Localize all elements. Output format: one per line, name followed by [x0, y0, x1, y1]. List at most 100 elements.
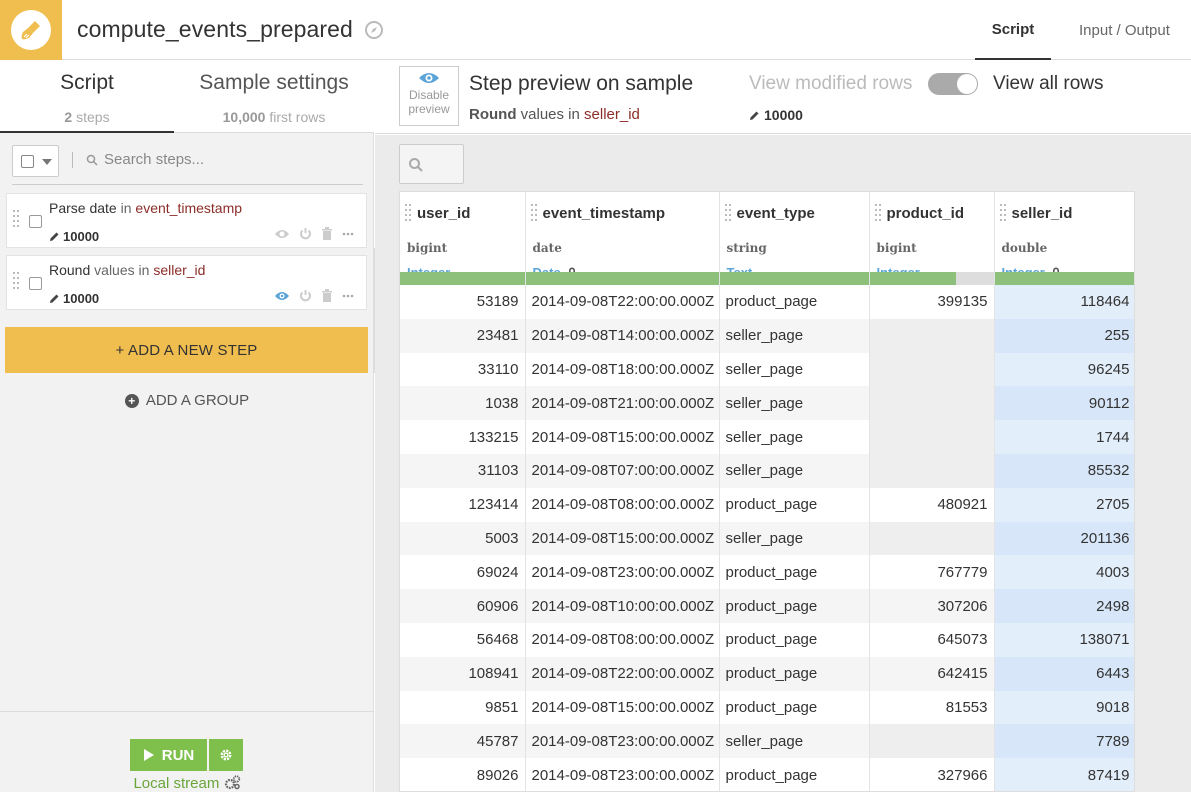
- cell-product-id[interactable]: 645073: [869, 622, 995, 657]
- cell-event-type[interactable]: seller_page: [719, 318, 870, 353]
- column-header-product-id[interactable]: product_idbigintInteger: [869, 192, 995, 285]
- cell-user-id[interactable]: 133215: [400, 420, 526, 454]
- cell-seller-id[interactable]: 138071: [994, 622, 1134, 657]
- cell-event-timestamp[interactable]: 2014-09-08T23:00:00.000Z: [525, 555, 720, 590]
- cell-product-id[interactable]: 642415: [869, 656, 995, 691]
- cell-seller-id[interactable]: 201136: [994, 521, 1134, 556]
- cell-event-timestamp[interactable]: 2014-09-08T23:00:00.000Z: [525, 758, 720, 791]
- cell-product-id[interactable]: 307206: [869, 589, 995, 623]
- cell-event-timestamp[interactable]: 2014-09-08T21:00:00.000Z: [525, 386, 720, 421]
- disable-preview-button[interactable]: Disable preview: [399, 66, 459, 126]
- cell-product-id[interactable]: 399135: [869, 285, 995, 319]
- cell-user-id[interactable]: 1038: [400, 386, 526, 421]
- cell-user-id[interactable]: 5003: [400, 521, 526, 556]
- column-storage-type[interactable]: bigint: [877, 241, 917, 255]
- cell-event-timestamp[interactable]: 2014-09-08T18:00:00.000Z: [525, 352, 720, 387]
- cell-product-id[interactable]: [869, 318, 995, 353]
- cell-event-type[interactable]: seller_page: [719, 724, 870, 759]
- tab-input-output[interactable]: Input / Output: [1079, 0, 1170, 60]
- cell-event-type[interactable]: seller_page: [719, 352, 870, 387]
- prepare-recipe-icon[interactable]: [0, 0, 62, 60]
- cell-user-id[interactable]: 60906: [400, 589, 526, 623]
- column-header-event-timestamp[interactable]: event_timestampdateDate: [525, 192, 720, 285]
- drag-handle-icon[interactable]: [874, 204, 882, 224]
- cell-seller-id[interactable]: 1744: [994, 420, 1134, 454]
- cell-event-type[interactable]: product_page: [719, 656, 870, 691]
- cell-event-timestamp[interactable]: 2014-09-08T08:00:00.000Z: [525, 622, 720, 657]
- drag-handle-icon[interactable]: [724, 204, 732, 224]
- run-button[interactable]: RUN: [130, 739, 207, 771]
- column-storage-type[interactable]: string: [727, 241, 767, 255]
- step-item[interactable]: Round values in seller_id 10000: [6, 255, 367, 310]
- cell-user-id[interactable]: 9851: [400, 690, 526, 725]
- drag-handle-icon[interactable]: [13, 272, 20, 292]
- validity-bar[interactable]: [400, 272, 525, 285]
- cell-product-id[interactable]: 81553: [869, 690, 995, 725]
- cell-product-id[interactable]: [869, 453, 995, 488]
- cell-seller-id[interactable]: 118464: [994, 285, 1134, 319]
- cell-product-id[interactable]: 767779: [869, 555, 995, 590]
- cell-user-id[interactable]: 69024: [400, 555, 526, 590]
- cell-event-timestamp[interactable]: 2014-09-08T23:00:00.000Z: [525, 724, 720, 759]
- cell-event-type[interactable]: seller_page: [719, 386, 870, 421]
- drag-handle-icon[interactable]: [13, 210, 20, 230]
- more-icon[interactable]: [342, 232, 354, 236]
- column-storage-type[interactable]: date: [533, 241, 562, 255]
- cell-event-type[interactable]: seller_page: [719, 420, 870, 454]
- cell-event-type[interactable]: product_page: [719, 589, 870, 623]
- view-all-rows-label[interactable]: View all rows: [993, 73, 1104, 95]
- trash-icon[interactable]: [321, 227, 333, 240]
- validity-bar[interactable]: [869, 272, 994, 285]
- cell-product-id[interactable]: 327966: [869, 758, 995, 791]
- cell-event-type[interactable]: product_page: [719, 555, 870, 590]
- cell-seller-id[interactable]: 2498: [994, 589, 1134, 623]
- view-modified-rows-label[interactable]: View modified rows: [749, 73, 912, 95]
- tab-script-steps[interactable]: Script 2 steps: [0, 60, 174, 133]
- cell-user-id[interactable]: 33110: [400, 352, 526, 387]
- cell-product-id[interactable]: [869, 420, 995, 454]
- validity-bar[interactable]: [525, 272, 719, 285]
- drag-handle-icon[interactable]: [999, 204, 1007, 224]
- cell-event-type[interactable]: product_page: [719, 487, 870, 522]
- cell-event-type[interactable]: product_page: [719, 758, 870, 791]
- cell-event-timestamp[interactable]: 2014-09-08T15:00:00.000Z: [525, 690, 720, 725]
- cell-seller-id[interactable]: 85532: [994, 453, 1134, 488]
- cell-event-type[interactable]: product_page: [719, 285, 870, 319]
- cell-event-timestamp[interactable]: 2014-09-08T22:00:00.000Z: [525, 285, 720, 319]
- cell-seller-id[interactable]: 96245: [994, 352, 1134, 387]
- tab-script[interactable]: Script: [975, 0, 1051, 60]
- select-all-checkbox[interactable]: [21, 155, 34, 168]
- cell-user-id[interactable]: 31103: [400, 453, 526, 488]
- cell-user-id[interactable]: 123414: [400, 487, 526, 522]
- compass-icon[interactable]: [364, 20, 384, 40]
- cell-seller-id[interactable]: 90112: [994, 386, 1134, 421]
- cell-seller-id[interactable]: 87419: [994, 758, 1134, 791]
- cell-user-id[interactable]: 45787: [400, 724, 526, 759]
- table-search-button[interactable]: [399, 144, 464, 184]
- eye-icon[interactable]: [274, 228, 290, 240]
- cell-seller-id[interactable]: 6443: [994, 656, 1134, 691]
- column-storage-type[interactable]: bigint: [407, 241, 447, 255]
- cell-user-id[interactable]: 89026: [400, 758, 526, 791]
- cell-product-id[interactable]: [869, 521, 995, 556]
- cell-product-id[interactable]: [869, 724, 995, 759]
- cell-event-timestamp[interactable]: 2014-09-08T15:00:00.000Z: [525, 420, 720, 454]
- cell-user-id[interactable]: 108941: [400, 656, 526, 691]
- engine-selector[interactable]: Local stream: [0, 775, 374, 792]
- cell-event-timestamp[interactable]: 2014-09-08T10:00:00.000Z: [525, 589, 720, 623]
- rows-view-toggle[interactable]: [928, 73, 978, 95]
- power-icon[interactable]: [299, 227, 312, 240]
- column-header-seller-id[interactable]: seller_iddoubleInteger: [994, 192, 1134, 285]
- cell-user-id[interactable]: 23481: [400, 318, 526, 353]
- run-settings-button[interactable]: [209, 739, 243, 771]
- step-checkbox[interactable]: [29, 215, 42, 228]
- drag-handle-icon[interactable]: [530, 204, 538, 224]
- search-steps-input[interactable]: Search steps...: [86, 151, 204, 168]
- cell-product-id[interactable]: 480921: [869, 487, 995, 522]
- eye-icon[interactable]: [274, 290, 290, 302]
- cell-event-type[interactable]: seller_page: [719, 453, 870, 488]
- step-checkbox[interactable]: [29, 277, 42, 290]
- cell-seller-id[interactable]: 7789: [994, 724, 1134, 759]
- cell-event-type[interactable]: seller_page: [719, 521, 870, 556]
- column-storage-type[interactable]: double: [1002, 241, 1048, 255]
